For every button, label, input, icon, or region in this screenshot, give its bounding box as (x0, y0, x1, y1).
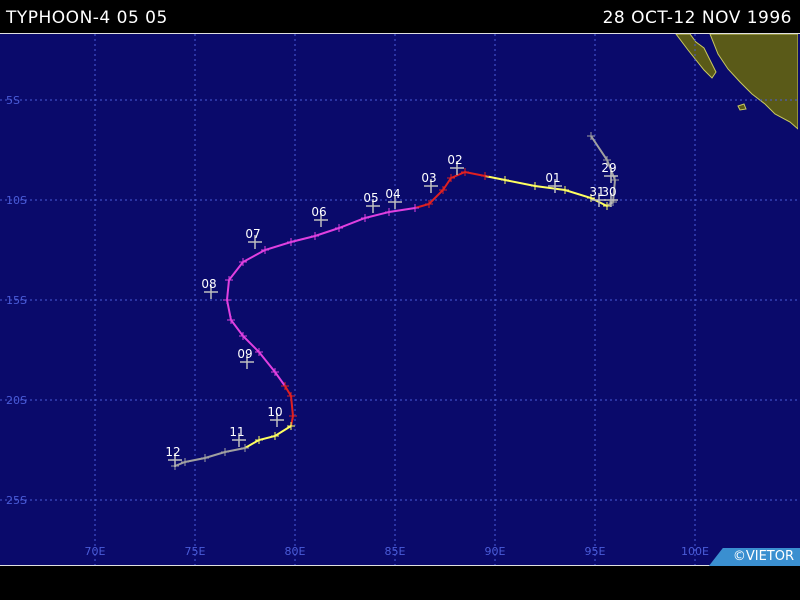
day-label: 07 (245, 227, 260, 241)
track-position-mark (411, 204, 419, 212)
track-position-mark (385, 208, 393, 216)
track-position-mark (311, 232, 319, 240)
day-label: 10 (267, 405, 282, 419)
map-canvas: 70E 75E 80E 85E 90E 95E 100E 5S 10S 15S 20S 25S 29 3… (0, 33, 799, 565)
small-island (737, 103, 747, 111)
track-position-mark (481, 172, 489, 180)
track-map: 70E 75E 80E 85E 90E 95E 100E 5S 10S 15S 20S 25S 29 3… (0, 33, 800, 566)
track-position-mark (241, 444, 249, 452)
land-layer (675, 33, 799, 131)
track-position-mark (221, 448, 229, 456)
track-position-mark (561, 186, 569, 194)
storm-name: TYPHOON-4 05 05 (6, 8, 168, 28)
track-position-mark (501, 176, 509, 184)
day-label: 03 (421, 171, 436, 185)
lon-label: 70E (85, 545, 106, 558)
track-position-mark (289, 412, 297, 420)
lon-label: 85E (385, 545, 406, 558)
day-label: 02 (447, 153, 462, 167)
lon-label: 90E (485, 545, 506, 558)
track-position-mark (255, 436, 263, 444)
island-landmass (675, 33, 717, 79)
lon-label: 100E (681, 545, 709, 558)
lon-label: 80E (285, 545, 306, 558)
track-position-mark (461, 168, 469, 176)
lon-label: 95E (585, 545, 606, 558)
track-position-mark (223, 296, 231, 304)
day-label: 11 (229, 425, 244, 439)
lon-label: 75E (185, 545, 206, 558)
day-label: 12 (165, 445, 180, 459)
track-position-mark (531, 182, 539, 190)
track-position-mark (181, 458, 189, 466)
lat-label: 20S (6, 394, 27, 407)
track-position-mark (261, 246, 269, 254)
day-label: 04 (385, 187, 400, 201)
track-position-mark (611, 176, 619, 184)
track-position-mark (361, 214, 369, 222)
track-segment-yellow (244, 425, 292, 449)
track-position-mark (335, 224, 343, 232)
grid-layer (0, 34, 798, 565)
day-label: 08 (201, 277, 216, 291)
day-label: 05 (363, 191, 378, 205)
track-position-mark (201, 454, 209, 462)
date-range: 28 OCT-12 NOV 1996 (602, 8, 792, 28)
day-label: 31 (589, 185, 604, 199)
day-label: 01 (545, 171, 560, 185)
credit-badge: ©VIETOR (708, 548, 800, 566)
sumatra-landmass (709, 33, 799, 131)
header-bar: TYPHOON-4 05 05 28 OCT-12 NOV 1996 (0, 0, 800, 33)
track-segment-red (284, 385, 295, 427)
footer-bar (0, 566, 800, 600)
lat-label: 15S (6, 294, 27, 307)
track-position-mark (287, 238, 295, 246)
day-label: 09 (237, 347, 252, 361)
day-label: 06 (311, 205, 326, 219)
lat-label: 10S (6, 194, 27, 207)
day-label: 29 (601, 161, 616, 175)
lat-label: 25S (6, 494, 27, 507)
lat-label: 5S (6, 94, 20, 107)
